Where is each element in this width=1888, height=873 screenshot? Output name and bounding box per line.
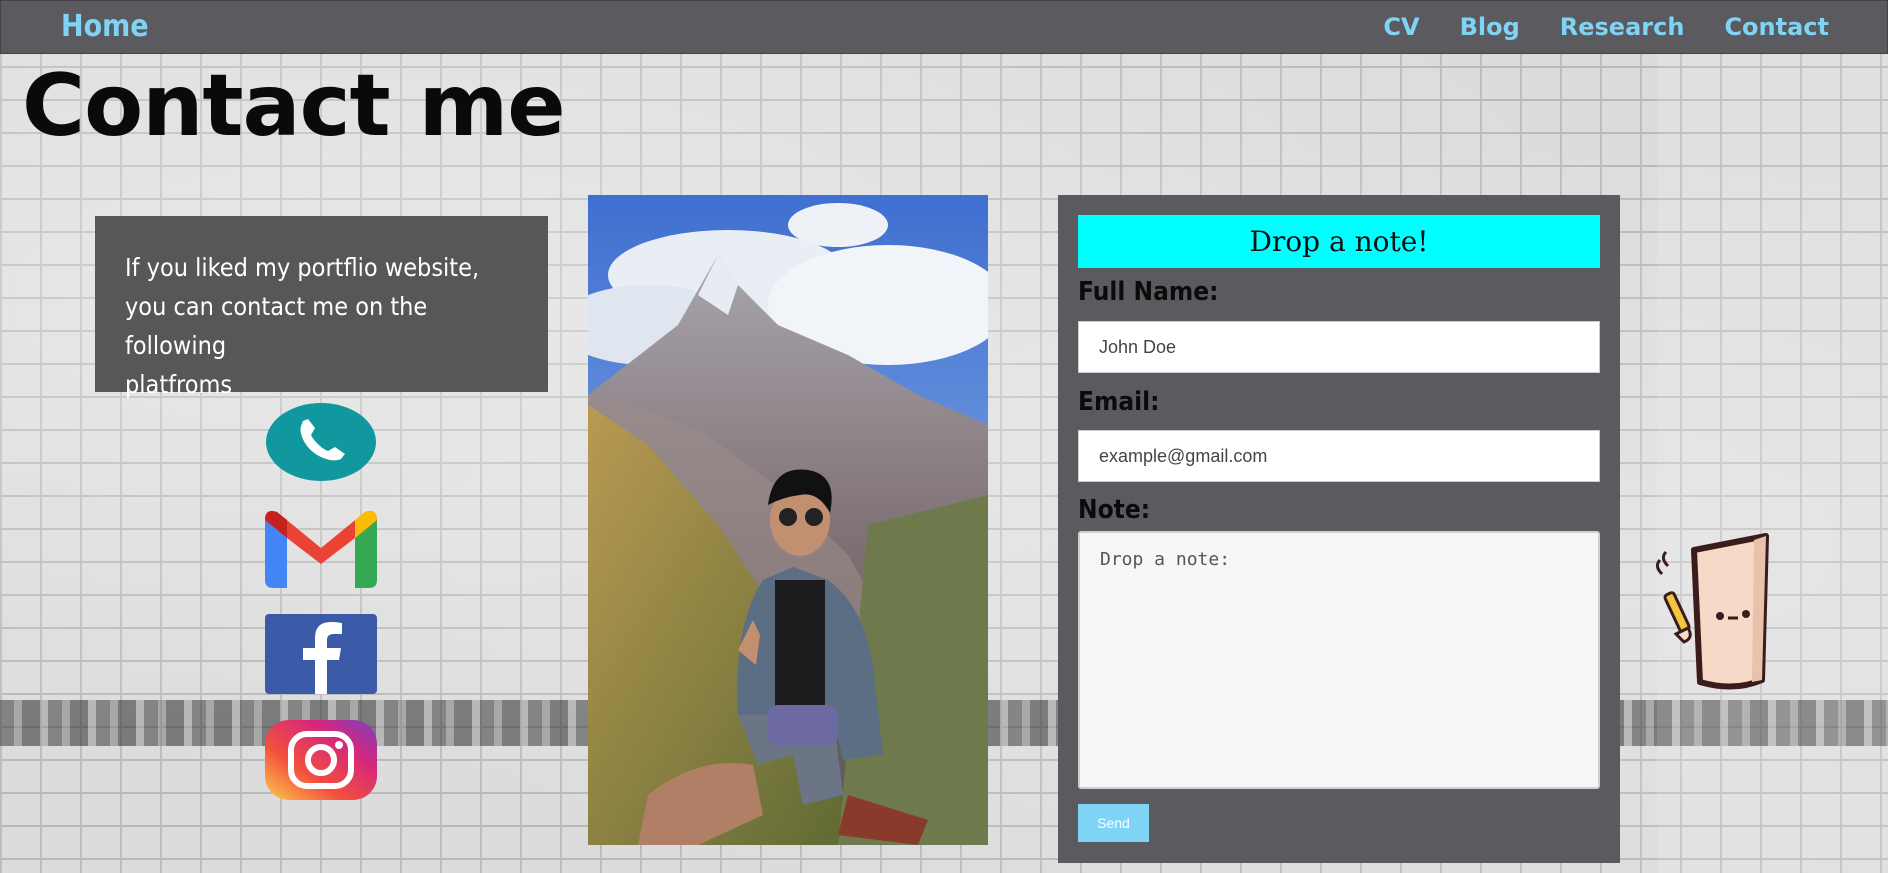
- email-label: Email:: [1078, 387, 1160, 417]
- nav-link-cv[interactable]: CV: [1383, 13, 1419, 41]
- contact-info-box: If you liked my portflio website, you ca…: [95, 216, 548, 399]
- info-line: If you liked my portflio website,: [125, 253, 480, 282]
- page-title: Contact me: [22, 56, 566, 156]
- note-textarea[interactable]: [1078, 531, 1600, 789]
- name-input[interactable]: [1078, 321, 1600, 373]
- facebook-icon[interactable]: [265, 614, 377, 694]
- send-button[interactable]: Send: [1078, 804, 1149, 842]
- instagram-icon[interactable]: [265, 720, 377, 800]
- name-label: Full Name:: [1078, 277, 1219, 307]
- profile-photo: [588, 195, 988, 845]
- contact-form: Drop a note! Full Name: Email: Note: Sen…: [1058, 195, 1620, 863]
- navbar: Home CV Blog Research Contact: [0, 0, 1888, 54]
- phone-icon[interactable]: [265, 402, 377, 482]
- mascot-illustration: [1654, 530, 1774, 700]
- nav-link-blog[interactable]: Blog: [1460, 13, 1520, 41]
- nav-links: CV Blog Research Contact: [1383, 13, 1829, 41]
- nav-link-research[interactable]: Research: [1560, 13, 1685, 41]
- nav-link-contact[interactable]: Contact: [1724, 13, 1829, 41]
- email-input[interactable]: [1078, 430, 1600, 482]
- gmail-icon[interactable]: [265, 508, 377, 588]
- nav-home-link[interactable]: Home: [61, 9, 149, 44]
- form-header: Drop a note!: [1078, 215, 1600, 268]
- note-label: Note:: [1078, 495, 1151, 525]
- info-line: platfroms: [125, 370, 233, 399]
- wall-strip: [1657, 52, 1888, 873]
- info-line: you can contact me on the following: [125, 292, 428, 360]
